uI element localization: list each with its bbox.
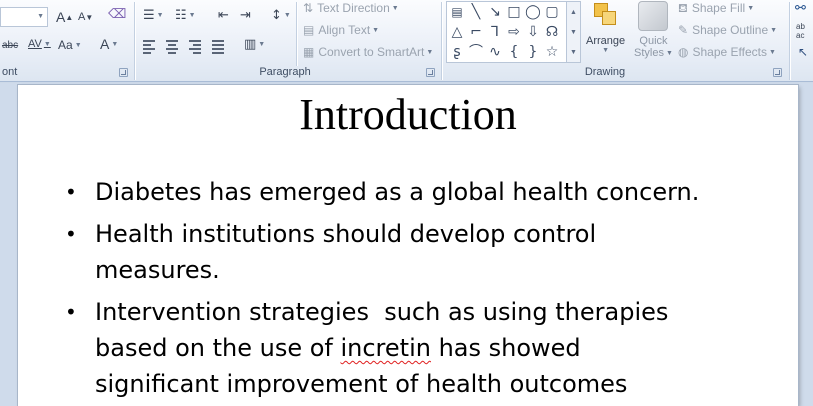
slide-canvas[interactable]: Introduction • Diabetes has emerged as a…	[18, 85, 798, 406]
bullet-icon: •	[65, 300, 77, 324]
font-size-combo[interactable]: ▼	[0, 7, 48, 27]
left-brace-shape-icon[interactable]: {	[506, 44, 522, 60]
quick-styles-icon	[638, 1, 669, 31]
ribbon: ▼ A ▲ A ▼ ⌫ abc AV ▼ Aa ▼ A ▼ ont ☰ ▼ ☷ ▼ ⇤ ⇥ ↕…	[0, 0, 813, 82]
bullets-icon: ☰	[143, 8, 155, 23]
bullet-item[interactable]: • Intervention strategies such as using …	[65, 294, 765, 402]
shapes-gallery[interactable]: ▤ ╲ ↘ □ ◯ ▢ △ ⌐ ⅂ ⇨ ⇩ ☊ ʂ ⌒ ∿ { } ☆	[446, 1, 567, 63]
find-button[interactable]: ⚯	[795, 2, 806, 15]
text-direction-icon: ⇅	[303, 1, 314, 15]
spelling-error-word[interactable]: incretin	[340, 334, 430, 362]
elbow-connector-shape-icon[interactable]: ⌐	[468, 24, 484, 40]
subgroup-separator	[296, 2, 297, 66]
shape-effects-button[interactable]: ◍ Shape Effects ▼	[678, 45, 776, 59]
shape-fill-button[interactable]: ⛾ Shape Fill ▼	[678, 1, 754, 15]
columns-button[interactable]: ▥ ▼	[244, 38, 265, 51]
rectangle-shape-icon[interactable]: □	[506, 4, 522, 20]
arrow-shape-icon[interactable]: ↘	[487, 4, 503, 20]
align-right-icon	[189, 40, 201, 54]
elbow-arrow-shape-icon[interactable]: ⅂	[487, 24, 503, 40]
curve-shape-icon[interactable]: ⌒	[468, 44, 484, 60]
curved-connector-shape-icon[interactable]: ∿	[487, 44, 503, 60]
convert-to-smartart-button[interactable]: ▦ Convert to SmartArt ▼	[303, 45, 433, 59]
decrease-indent-button[interactable]: ⇤	[218, 9, 229, 22]
text-box-shape-icon[interactable]: ▤	[449, 4, 465, 20]
vertical-scrollbar-area[interactable]	[798, 85, 813, 406]
shape-outline-button[interactable]: ✎ Shape Outline ▼	[678, 23, 777, 37]
bullet-icon: •	[65, 180, 77, 204]
center-icon	[166, 40, 178, 54]
down-arrow-shape-icon[interactable]: ⇩	[525, 24, 541, 40]
bullet-list[interactable]: • Diabetes has emerged as a global healt…	[65, 174, 765, 406]
scroll-down-icon[interactable]: ▼	[570, 29, 577, 36]
align-left-icon	[143, 40, 155, 54]
drawing-group-label: Drawing	[584, 66, 626, 78]
triangle-shape-icon[interactable]: △	[449, 24, 465, 40]
bullets-button[interactable]: ☰ ▼	[143, 9, 164, 22]
shapes-gallery-scroll[interactable]: ▲ ▼ ▼	[567, 1, 581, 63]
replace-button[interactable]: ab ac	[796, 22, 805, 40]
grow-font-button[interactable]: A ▲	[56, 9, 73, 25]
quick-styles-button[interactable]: Quick Styles ▼	[634, 1, 673, 59]
clear-formatting-button[interactable]: ⌫	[108, 8, 126, 21]
align-left-button[interactable]	[143, 40, 155, 54]
oval-shape-icon[interactable]: ◯	[525, 4, 541, 20]
more-shapes-icon[interactable]: ▼	[570, 49, 577, 56]
numbering-button[interactable]: ☷ ▼	[175, 9, 196, 22]
line-shape-icon[interactable]: ╲	[468, 4, 484, 20]
right-brace-shape-icon[interactable]: }	[525, 44, 541, 60]
justify-button[interactable]	[212, 40, 224, 54]
columns-icon: ▥	[244, 37, 257, 52]
align-right-button[interactable]	[189, 40, 201, 54]
align-text-icon: ▤	[303, 23, 315, 37]
binoculars-icon: ⚯	[795, 1, 806, 16]
strikethrough-button[interactable]: abc	[2, 40, 18, 51]
drawing-dialog-launcher[interactable]	[773, 68, 782, 77]
line-spacing-icon: ↕	[271, 8, 282, 23]
pen-outline-icon: ✎	[678, 23, 689, 37]
font-group-label: ont	[2, 66, 18, 78]
shrink-font-button[interactable]: A ▼	[78, 11, 93, 23]
scroll-up-icon[interactable]: ▲	[570, 9, 577, 16]
character-spacing-button[interactable]: AV ▼	[28, 38, 51, 50]
arrange-icon	[592, 1, 620, 31]
arrange-button[interactable]: Arrange ▼	[586, 1, 625, 54]
smartart-icon: ▦	[303, 45, 315, 59]
freeform-shape-icon[interactable]: ☊	[544, 24, 560, 40]
select-button[interactable]: ↖	[798, 46, 808, 58]
group-separator	[789, 2, 790, 80]
align-text-button[interactable]: ▤ Align Text ▼	[303, 23, 379, 37]
line-spacing-button[interactable]: ↕ ▼	[271, 9, 291, 22]
scribble-shape-icon[interactable]: ʂ	[449, 44, 465, 60]
star-shape-icon[interactable]: ☆	[544, 44, 560, 60]
clear-formatting-icon: ⌫	[108, 7, 127, 22]
right-arrow-shape-icon[interactable]: ⇨	[506, 24, 522, 40]
cursor-arrow-icon: ↖	[798, 45, 809, 59]
justify-icon	[212, 40, 224, 54]
paint-bucket-icon: ⛾	[678, 1, 688, 15]
rounded-rectangle-shape-icon[interactable]: ▢	[544, 4, 560, 20]
increase-indent-icon: ⇥	[240, 8, 251, 23]
center-button[interactable]	[166, 40, 178, 54]
paragraph-group-label: Paragraph	[259, 66, 311, 78]
increase-indent-button[interactable]: ⇥	[240, 9, 251, 22]
slide-title[interactable]: Introduction	[18, 89, 798, 140]
bullet-item[interactable]: • Diabetes has emerged as a global healt…	[65, 174, 765, 210]
text-direction-button[interactable]: ⇅ Text Direction ▼	[303, 1, 399, 15]
replace-icon: ab ac	[796, 22, 805, 40]
change-case-button[interactable]: Aa ▼	[58, 38, 82, 52]
bullet-item[interactable]: • Health institutions should develop con…	[65, 216, 765, 288]
font-color-button[interactable]: A ▼	[100, 36, 118, 52]
paragraph-dialog-launcher[interactable]	[426, 68, 435, 77]
bullet-icon: •	[65, 222, 77, 246]
font-dialog-launcher[interactable]	[119, 68, 128, 77]
shape-effects-icon: ◍	[678, 45, 689, 59]
decrease-indent-icon: ⇤	[218, 8, 229, 23]
numbering-icon: ☷	[175, 8, 187, 23]
